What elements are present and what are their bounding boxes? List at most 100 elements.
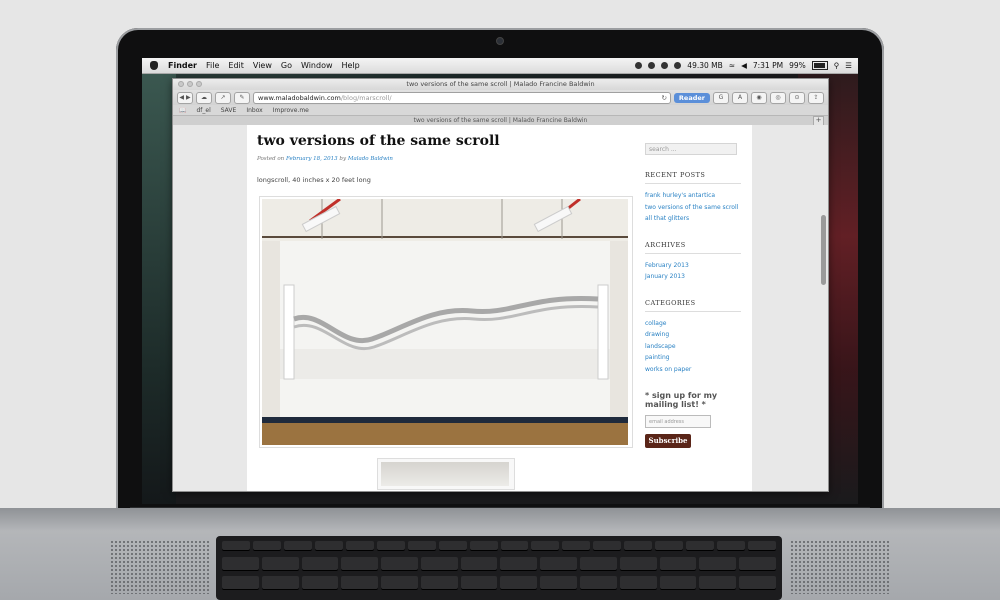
category-link[interactable]: drawing — [645, 329, 741, 341]
key — [420, 576, 458, 589]
key — [261, 557, 299, 570]
key — [619, 576, 657, 589]
letter-key-row — [222, 576, 776, 589]
window-titlebar: two versions of the same scroll | Malado… — [173, 79, 828, 90]
volume-icon[interactable]: ◀ — [741, 61, 747, 70]
post-date-link[interactable]: February 18, 2013 — [286, 156, 338, 162]
minimize-window-button[interactable] — [187, 81, 193, 87]
category-link[interactable]: painting — [645, 352, 741, 364]
recent-post-link[interactable]: frank hurley's antartica — [645, 190, 741, 202]
key — [381, 576, 418, 589]
google-icon[interactable]: G — [713, 91, 729, 104]
key — [381, 557, 418, 570]
dropbox-icon[interactable] — [661, 62, 669, 69]
key — [619, 557, 657, 570]
share-icon[interactable]: ↗ — [215, 91, 231, 104]
zoom-window-button[interactable] — [196, 81, 202, 87]
post-description: longscroll, 40 inches x 20 feet long — [257, 176, 371, 184]
favorite-item[interactable]: Inbox — [246, 107, 262, 114]
reader-button[interactable]: Reader — [673, 92, 710, 103]
key — [531, 541, 560, 550]
key — [252, 541, 281, 550]
key — [469, 541, 498, 550]
icloud-tabs-icon[interactable]: ☁ — [196, 91, 212, 104]
menu-file[interactable]: File — [206, 61, 219, 70]
menu-go[interactable]: Go — [281, 61, 292, 70]
key — [580, 557, 617, 570]
close-window-button[interactable] — [178, 81, 184, 87]
menu-app-name[interactable]: Finder — [168, 61, 197, 70]
gallery-scene — [262, 199, 628, 445]
key — [540, 576, 578, 589]
notification-center-icon[interactable]: ☰ — [845, 61, 852, 70]
favorite-item[interactable]: df_el — [196, 107, 210, 114]
categories-title: CATEGORIES — [645, 299, 741, 312]
category-link[interactable]: landscape — [645, 341, 741, 353]
author-link[interactable]: Malado Baldwin — [348, 156, 393, 162]
status-icon[interactable] — [635, 62, 643, 69]
key — [699, 576, 737, 589]
number-key-row — [222, 557, 776, 570]
artwork-photo[interactable] — [259, 196, 633, 448]
keyboard — [216, 536, 782, 600]
post-title[interactable]: two versions of the same scroll — [257, 133, 500, 149]
extension-icon[interactable]: ◎ — [770, 91, 786, 104]
recent-post-link[interactable]: two versions of the same scroll — [645, 202, 741, 214]
text-size-icon[interactable]: A — [732, 91, 748, 104]
key — [261, 576, 299, 589]
key — [659, 576, 697, 589]
key — [301, 576, 339, 589]
battery-icon[interactable] — [811, 61, 828, 70]
key — [739, 557, 776, 570]
privacy-icon[interactable]: ◉ — [751, 91, 767, 104]
category-link[interactable]: collage — [645, 318, 741, 330]
recent-posts-list: frank hurley's antartica two versions of… — [645, 190, 741, 225]
extension-icon[interactable]: ⊙ — [789, 91, 805, 104]
wifi-icon[interactable]: ≈ — [729, 61, 735, 70]
status-icon[interactable] — [648, 62, 656, 69]
memory-readout[interactable]: 49.30 MB — [687, 61, 722, 70]
mailing-list-title: * sign up for my mailing list! * — [645, 391, 718, 409]
window-title: two versions of the same scroll | Malado… — [406, 80, 595, 88]
menu-edit[interactable]: Edit — [228, 61, 244, 70]
apple-icon[interactable] — [150, 61, 158, 70]
archive-link[interactable]: January 2013 — [645, 271, 741, 283]
clock[interactable]: 7:31 PM — [753, 61, 783, 70]
key — [283, 541, 312, 550]
back-button[interactable]: ◀ ▶ — [177, 91, 193, 104]
favorite-item[interactable]: Improve.me — [273, 107, 309, 114]
email-field[interactable]: email address — [645, 415, 711, 428]
battery-percent[interactable]: 99% — [789, 61, 806, 70]
archive-link[interactable]: February 2013 — [645, 260, 741, 272]
key — [655, 541, 684, 550]
show-all-bookmarks-icon[interactable]: 📖 — [179, 107, 186, 114]
key — [500, 541, 529, 550]
menu-window[interactable]: Window — [301, 61, 333, 70]
status-icon[interactable] — [674, 62, 682, 69]
share-out-icon[interactable]: ⇪ — [808, 91, 824, 104]
spotlight-icon[interactable]: ⚲ — [834, 61, 840, 70]
search-input[interactable]: search ... — [645, 143, 737, 155]
key — [686, 541, 715, 550]
key — [460, 576, 498, 589]
recent-post-link[interactable]: all that glitters — [645, 213, 741, 225]
subscribe-button[interactable]: Subscribe — [645, 434, 691, 448]
by-label: by — [339, 156, 347, 162]
category-link[interactable]: works on paper — [645, 364, 741, 376]
menu-view[interactable]: View — [253, 61, 272, 70]
key — [748, 541, 776, 550]
reload-icon[interactable]: ↻ — [661, 93, 666, 103]
second-artwork-thumbnail[interactable] — [377, 458, 515, 490]
gallery-image — [262, 199, 628, 445]
key — [314, 541, 343, 550]
posted-on-label: Posted on — [257, 156, 285, 162]
page-scrollbar[interactable] — [821, 215, 826, 285]
address-bar[interactable]: www.maladobaldwin.com/blog/marscroll/ ↻ — [253, 91, 671, 104]
wrench-icon[interactable]: ✎ — [234, 91, 250, 104]
status-area: 49.30 MB ≈ ◀ 7:31 PM 99% ⚲ ☰ — [635, 58, 852, 73]
recent-posts-title: RECENT POSTS — [645, 171, 741, 184]
favorite-item[interactable]: SAVE — [221, 107, 237, 114]
categories-list: collage drawing landscape painting works… — [645, 318, 741, 376]
tab-active[interactable]: two versions of the same scroll | Malado… — [414, 117, 588, 124]
menu-help[interactable]: Help — [342, 61, 360, 70]
